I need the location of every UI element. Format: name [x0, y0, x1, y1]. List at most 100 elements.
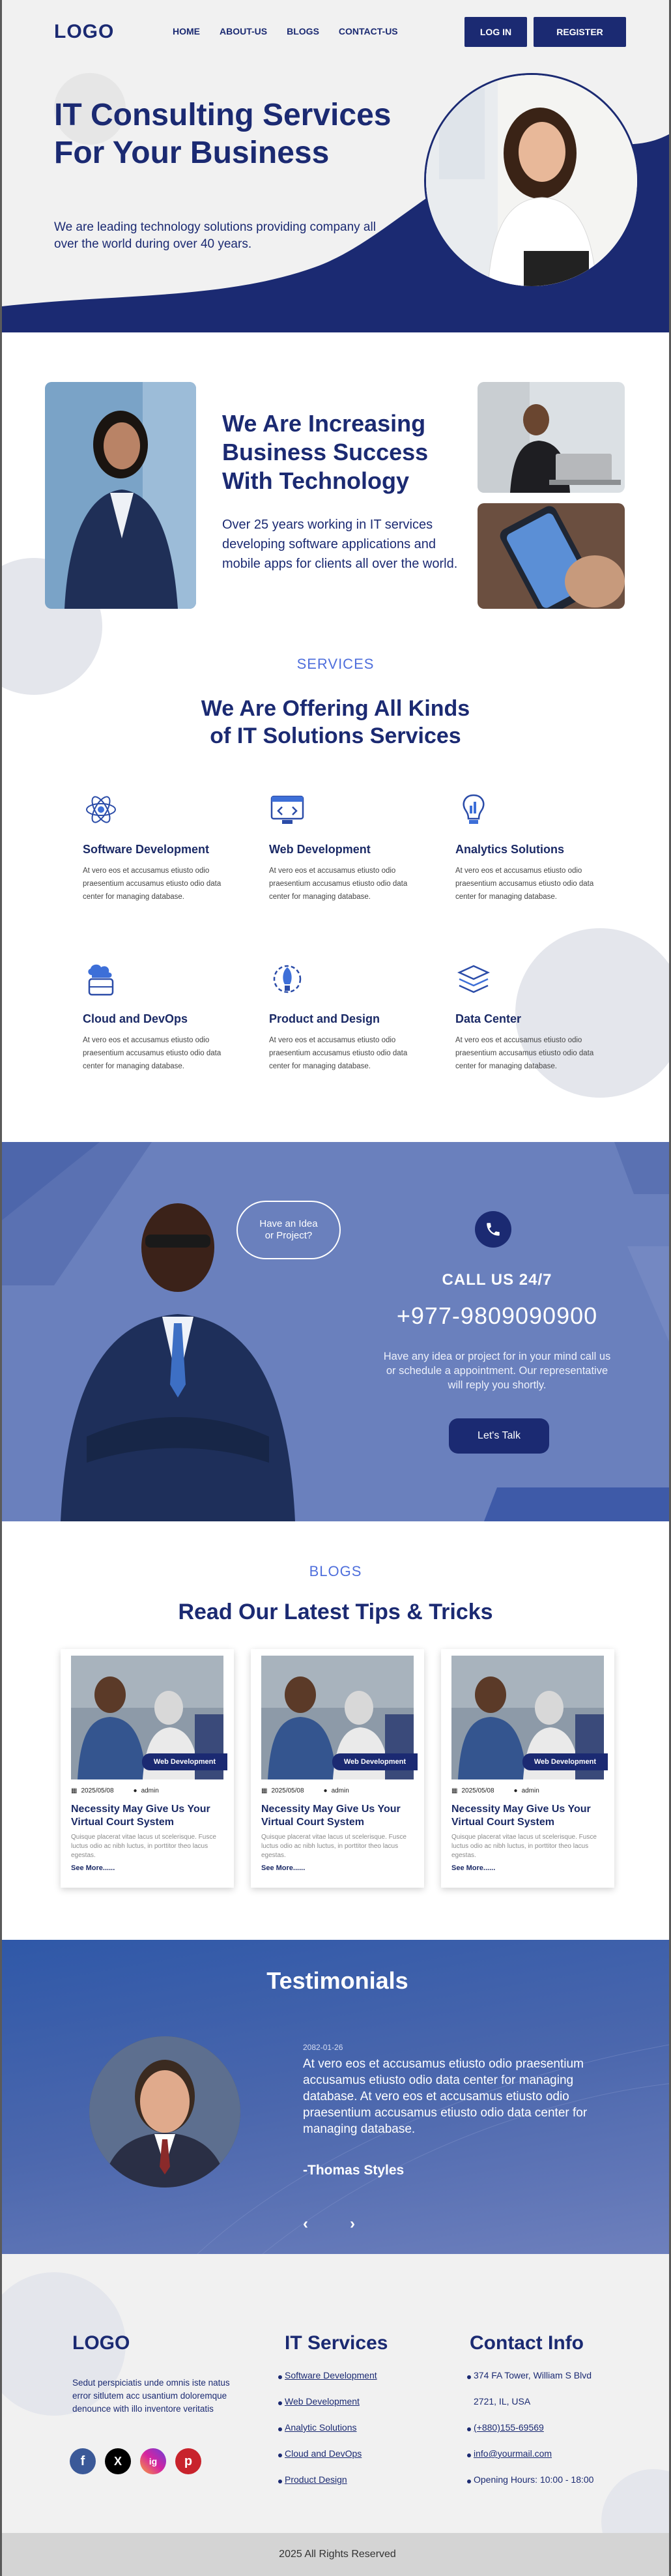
contact-email[interactable]: info@yourmail.com — [474, 2448, 552, 2459]
testimonial-date: 2082-01-26 — [303, 2043, 343, 2052]
site-logo[interactable]: LOGO — [54, 21, 114, 43]
footer-link-web-development[interactable]: Web Development — [285, 2396, 360, 2407]
main-nav: HOME ABOUT-US BLOGS CONTACT-US — [173, 26, 398, 37]
rocket-gear-icon — [273, 965, 302, 993]
blog-author: admin — [521, 1787, 539, 1794]
hero-section: LOGO HOME ABOUT-US BLOGS CONTACT-US LOG … — [2, 0, 669, 332]
x-twitter-icon[interactable]: X — [105, 2448, 131, 2474]
blog-tag[interactable]: Web Development — [332, 1753, 418, 1770]
blog-title[interactable]: Necessity May Give Us Your Virtual Court… — [451, 1803, 605, 1829]
service-card[interactable]: Web Development At vero eos et accusamus… — [269, 791, 412, 903]
about-text: Over 25 years working in IT services dev… — [222, 518, 458, 571]
testimonial-author: -Thomas Styles — [303, 2163, 405, 2178]
blog-excerpt: Quisque placerat vitae lacus ut sceleris… — [451, 1834, 597, 1859]
footer-services-title: IT Services — [285, 2332, 388, 2354]
service-text: At vero eos et accusamus etiusto odio pr… — [269, 867, 408, 901]
about-phone-image — [478, 503, 625, 609]
call-to-action-section: Have an Idea or Project? — [2, 1142, 669, 1521]
service-title: Software Development — [83, 843, 210, 856]
blog-tag[interactable]: Web Development — [141, 1753, 227, 1770]
hero-title: IT Consulting Services For Your Business — [54, 98, 392, 170]
footer-link-analytic-solutions[interactable]: Analytic Solutions — [285, 2422, 357, 2433]
lets-talk-button[interactable]: Let's Talk — [449, 1418, 549, 1454]
copyright-text: 2025 All Rights Reserved — [279, 2549, 396, 2560]
facebook-icon[interactable]: f — [70, 2448, 96, 2474]
services-kicker: SERVICES — [296, 656, 375, 672]
service-card[interactable]: Product and Design At vero eos et accusa… — [269, 961, 412, 1073]
footer-logo[interactable]: LOGO — [72, 2332, 130, 2354]
blog-date: 2025/05/08 — [81, 1787, 114, 1794]
blog-title[interactable]: Necessity May Give Us Your Virtual Court… — [71, 1803, 225, 1829]
nav-blogs[interactable]: BLOGS — [287, 26, 319, 37]
footer-contact-title: Contact Info — [470, 2332, 584, 2354]
cloud-database-icon — [88, 964, 114, 996]
phone-icon — [475, 1211, 511, 1248]
user-icon: ● — [323, 1787, 328, 1794]
cta-phone-number[interactable]: +977-9809090900 — [373, 1302, 621, 1330]
contact-phone[interactable]: (+880)155-69569 — [474, 2422, 544, 2433]
chevron-left-icon[interactable]: ‹ — [298, 2216, 313, 2232]
hero-subtitle: We are leading technology solutions prov… — [54, 220, 376, 251]
see-more-link[interactable]: See More...... — [451, 1864, 495, 1872]
register-button[interactable]: REGISTER — [534, 17, 626, 47]
service-text: At vero eos et accusamus etiusto odio pr… — [83, 867, 221, 901]
blog-date: 2025/05/08 — [271, 1787, 304, 1794]
hero-portrait-image — [424, 73, 639, 288]
bullet — [278, 2401, 282, 2405]
footer-link-product-design[interactable]: Product Design — [285, 2474, 347, 2485]
contact-address-line1: 374 FA Tower, William S Blvd — [474, 2370, 592, 2380]
service-card[interactable]: Data Center At vero eos et accusamus eti… — [455, 961, 599, 1073]
service-card[interactable]: Cloud and DevOps At vero eos et accusamu… — [83, 961, 226, 1073]
contact-address-line2: 2721, IL, USA — [474, 2396, 531, 2407]
see-more-link[interactable]: See More...... — [261, 1864, 305, 1872]
blog-excerpt: Quisque placerat vitae lacus ut sceleris… — [261, 1834, 407, 1859]
blog-card[interactable]: Web Development ▦ 2025/05/08 ● admin Neces… — [61, 1649, 234, 1888]
bullet — [278, 2375, 282, 2379]
footer-link-cloud-devops[interactable]: Cloud and DevOps — [285, 2448, 362, 2459]
login-button[interactable]: LOG IN — [464, 17, 527, 47]
service-card[interactable]: Analytics Solutions At vero eos et accus… — [455, 791, 599, 903]
blog-author: admin — [331, 1787, 349, 1794]
bullet — [467, 2453, 471, 2457]
pinterest-icon[interactable]: p — [175, 2448, 201, 2474]
see-more-link[interactable]: See More...... — [71, 1864, 115, 1872]
testimonial-quote: At vero eos et accusamus etiusto odio pr… — [303, 2057, 588, 2136]
decor-circle — [601, 2469, 669, 2533]
cta-title: CALL US 24/7 — [442, 1271, 552, 1289]
blog-title[interactable]: Necessity May Give Us Your Virtual Court… — [261, 1803, 415, 1829]
service-text: At vero eos et accusamus etiusto odio pr… — [269, 1036, 408, 1070]
calendar-icon: ▦ — [71, 1787, 78, 1794]
testimonials-title: Testimonials — [266, 1967, 408, 1994]
web-code-icon — [270, 795, 304, 824]
blog-card[interactable]: Web Development ▦ 2025/05/08 ● admin Neces… — [251, 1649, 424, 1888]
service-text: At vero eos et accusamus etiusto odio pr… — [455, 1036, 594, 1070]
bullet — [278, 2480, 282, 2483]
services-title: We Are Offering All Kinds of IT Solution… — [201, 696, 470, 748]
cta-description: Have any idea or project for in your min… — [383, 1351, 611, 1391]
bullet — [467, 2375, 471, 2379]
blog-card[interactable]: Web Development ▦ 2025/05/08 ● admin Neces… — [441, 1649, 614, 1888]
nav-contact-us[interactable]: CONTACT-US — [339, 26, 398, 37]
blogs-title: Read Our Latest Tips & Tricks — [178, 1600, 493, 1624]
bullet — [467, 2480, 471, 2483]
chevron-right-icon[interactable]: › — [345, 2216, 360, 2232]
copyright-bar: 2025 All Rights Reserved — [2, 2533, 669, 2576]
footer-link-software-development[interactable]: Software Development — [285, 2370, 377, 2380]
user-icon: ● — [133, 1787, 137, 1794]
service-card[interactable]: Software Development At vero eos et accu… — [83, 791, 226, 903]
nav-about-us[interactable]: ABOUT-US — [220, 26, 267, 37]
idea-bubble-text: Have an Idea or Project? — [259, 1218, 318, 1241]
about-man-laptop-image — [478, 382, 625, 493]
user-icon: ● — [513, 1787, 518, 1794]
service-title: Product and Design — [269, 1012, 380, 1025]
blog-tag[interactable]: Web Development — [522, 1753, 608, 1770]
nav-home[interactable]: HOME — [173, 26, 200, 37]
blog-excerpt: Quisque placerat vitae lacus ut sceleris… — [71, 1834, 216, 1859]
service-text: At vero eos et accusamus etiusto odio pr… — [83, 1036, 221, 1070]
about-woman-image — [45, 382, 196, 609]
instagram-icon[interactable]: ig — [140, 2448, 166, 2474]
service-text: At vero eos et accusamus etiusto odio pr… — [455, 867, 594, 901]
service-title: Analytics Solutions — [455, 843, 565, 856]
page: LOGO HOME ABOUT-US BLOGS CONTACT-US LOG … — [0, 0, 671, 2576]
atom-icon — [86, 796, 116, 823]
